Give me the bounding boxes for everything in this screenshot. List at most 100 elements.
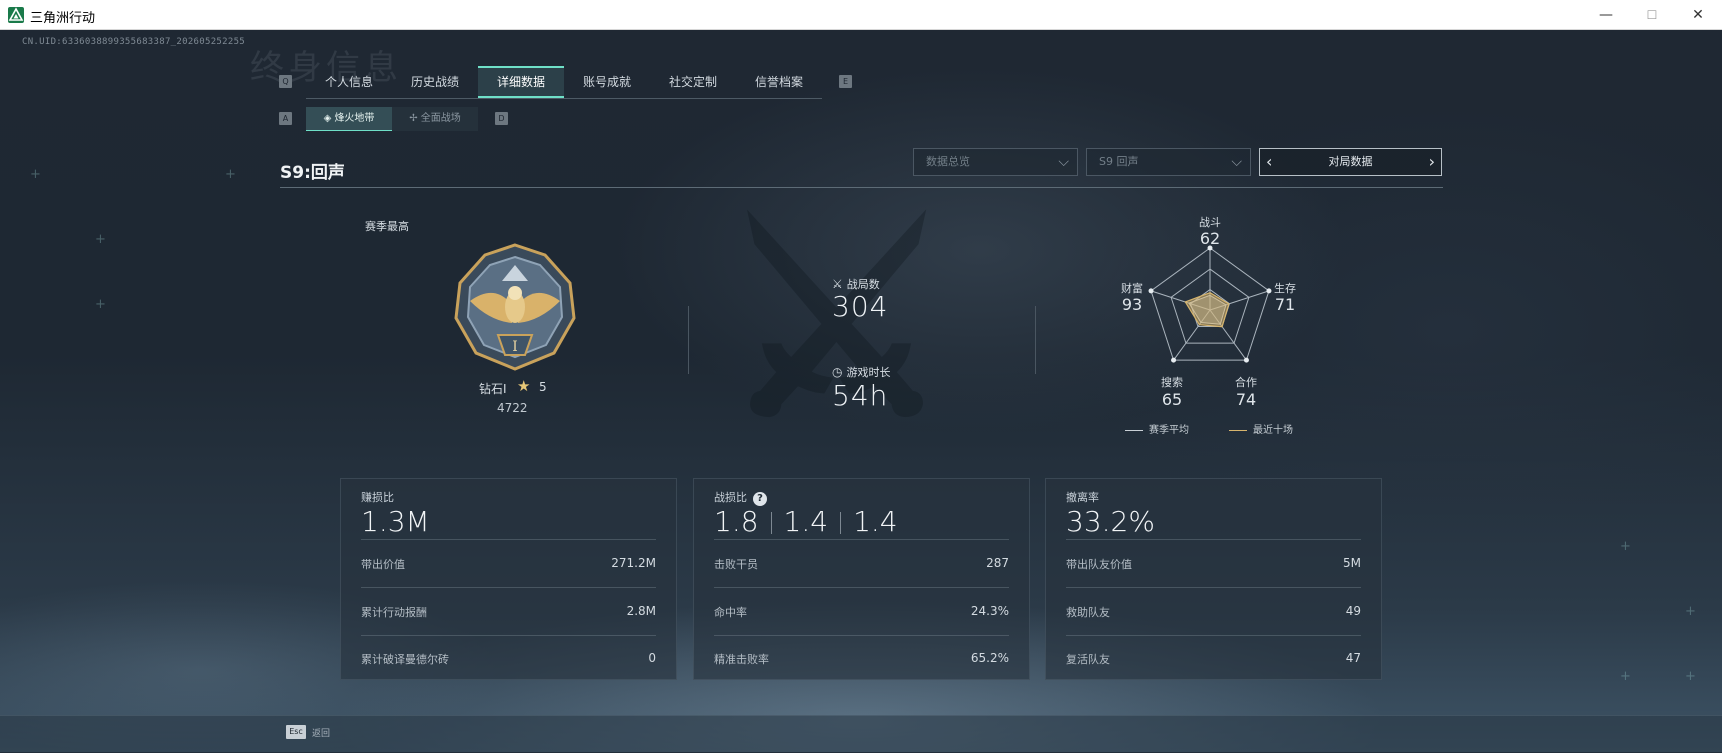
deco-cross: + bbox=[225, 167, 236, 182]
card-row-value: 5M bbox=[1343, 556, 1361, 570]
kd-value: 1.4 bbox=[853, 505, 898, 538]
rank-star-count: 5 bbox=[539, 380, 547, 394]
data-overview-dropdown[interactable]: 数据总览 ⌵ bbox=[913, 148, 1078, 176]
match-data-label: 对局数据 bbox=[1328, 155, 1373, 168]
card-main-value: 1.3M bbox=[361, 505, 430, 538]
rank-score: 4722 bbox=[497, 401, 528, 415]
tab-social-custom[interactable]: 社交定制 bbox=[650, 66, 736, 98]
minimize-button[interactable]: — bbox=[1583, 0, 1629, 30]
legend-recent-ten: 最近十场 bbox=[1229, 421, 1293, 436]
esc-key[interactable]: Esc bbox=[286, 725, 306, 739]
season-divider bbox=[280, 187, 1443, 188]
footer-bar bbox=[0, 715, 1722, 753]
divider bbox=[361, 587, 656, 588]
subtab-operations[interactable]: ◈ 烽火地带 bbox=[306, 107, 392, 131]
radar-series-recent-ten bbox=[1184, 292, 1230, 328]
season-best-label: 赛季最高 bbox=[365, 220, 409, 233]
tab-prev-key[interactable]: Q bbox=[279, 75, 292, 88]
card-row-value: 47 bbox=[1345, 651, 1361, 665]
data-overview-value: 数据总览 bbox=[926, 155, 970, 168]
star-icon: ★ bbox=[517, 377, 531, 395]
tab-next-key[interactable]: E bbox=[839, 75, 852, 88]
radar-axis-label: 搜索 bbox=[1161, 376, 1183, 389]
kd-value: 1.4 bbox=[783, 505, 829, 538]
maximize-button[interactable]: ☐ bbox=[1629, 0, 1675, 30]
divider bbox=[688, 306, 689, 374]
deco-cross: + bbox=[1685, 669, 1696, 684]
matches-value: 304 bbox=[832, 290, 889, 323]
legend-swatch bbox=[1125, 429, 1143, 431]
card-title-group: 战损比? bbox=[714, 489, 767, 506]
extraction-card: 撤离率 33.2% 带出队友价值 5M 救助队友 49 复活队友 47 bbox=[1045, 478, 1382, 680]
radar-axis-label: 财富 bbox=[1121, 282, 1143, 295]
clock-icon: ◷ bbox=[832, 365, 843, 379]
card-row-label: 命中率 bbox=[714, 606, 747, 619]
legend-season-avg: 赛季平均 bbox=[1125, 421, 1189, 436]
crossed-swords-icon: ⚔ bbox=[832, 277, 843, 291]
rank-emblem-numeral: I bbox=[512, 339, 518, 355]
deco-cross: + bbox=[1685, 604, 1696, 619]
chevron-right-icon[interactable]: › bbox=[1429, 149, 1435, 174]
mode-subtabs: ◈ 烽火地带 ✢ 全面战场 bbox=[306, 107, 478, 131]
card-row-label: 累计行动报酬 bbox=[361, 606, 427, 619]
card-title: 撤离率 bbox=[1066, 491, 1099, 504]
chevron-down-icon: ⌵ bbox=[1231, 154, 1242, 170]
season-dropdown-value: S9 回声 bbox=[1099, 155, 1139, 168]
card-row-value: 24.3% bbox=[970, 604, 1009, 618]
profit-card: 赚损比 1.3M 带出价值 271.2M 累计行动报酬 2.8M 累计破译曼德尔… bbox=[340, 478, 677, 680]
divider bbox=[714, 587, 1009, 588]
deco-cross: + bbox=[95, 297, 106, 312]
window-title: 三角洲行动 bbox=[30, 11, 96, 26]
chevron-down-icon: ⌵ bbox=[1058, 154, 1069, 170]
season-title: S9:回声 bbox=[280, 163, 345, 183]
divider bbox=[361, 539, 656, 540]
radar-axis-label: 合作 bbox=[1235, 376, 1257, 389]
card-row-value: 2.8M bbox=[626, 604, 656, 618]
user-uid: CN.UID:6336038899355683387_202605252255 bbox=[22, 37, 246, 47]
kd-value: 1.8 bbox=[714, 505, 759, 538]
rank-name: 钻石I bbox=[479, 382, 507, 396]
app-logo-icon bbox=[8, 7, 24, 23]
legend-label: 最近十场 bbox=[1253, 425, 1293, 436]
card-row-value: 0 bbox=[648, 651, 656, 665]
divider bbox=[714, 635, 1009, 636]
card-row-label: 复活队友 bbox=[1066, 653, 1110, 666]
deco-cross: + bbox=[1620, 539, 1631, 554]
divider bbox=[770, 512, 772, 534]
card-row-label: 累计破译曼德尔砖 bbox=[361, 653, 449, 666]
back-label[interactable]: 返回 bbox=[312, 726, 330, 739]
divider bbox=[1066, 635, 1361, 636]
subtab-warfare[interactable]: ✢ 全面战场 bbox=[392, 107, 478, 131]
card-row-value: 287 bbox=[986, 556, 1009, 570]
tab-credit-record[interactable]: 信誉档案 bbox=[736, 66, 822, 98]
card-row-label: 带出队友价值 bbox=[1066, 558, 1132, 571]
match-data-switcher[interactable]: ‹ 对局数据 › bbox=[1259, 148, 1442, 176]
radar-vertex-dot bbox=[1243, 357, 1249, 363]
zone-icon: ◈ bbox=[323, 113, 335, 124]
tab-match-history[interactable]: 历史战绩 bbox=[392, 66, 478, 98]
radar-axis-value: 93 bbox=[1121, 295, 1143, 314]
window-titlebar: 三角洲行动 — ☐ ✕ bbox=[0, 0, 1722, 30]
deco-cross: + bbox=[30, 167, 41, 182]
help-icon[interactable]: ? bbox=[753, 492, 767, 506]
subtab-prev-key[interactable]: A bbox=[279, 112, 292, 125]
subtab-next-key[interactable]: D bbox=[495, 112, 508, 125]
close-button[interactable]: ✕ bbox=[1675, 0, 1721, 30]
deco-cross: + bbox=[1620, 669, 1631, 684]
playtime-value: 54h bbox=[832, 379, 889, 412]
card-row-value: 65.2% bbox=[970, 651, 1009, 665]
card-title: 赚损比 bbox=[361, 491, 394, 504]
tab-achievements[interactable]: 账号成就 bbox=[564, 66, 650, 98]
radar-axis-value: 74 bbox=[1235, 390, 1257, 409]
divider bbox=[361, 635, 656, 636]
tab-personal-info[interactable]: 个人信息 bbox=[306, 66, 392, 98]
divider bbox=[1066, 539, 1361, 540]
chevron-left-icon[interactable]: ‹ bbox=[1266, 149, 1272, 174]
divider bbox=[840, 512, 842, 534]
card-row-label: 救助队友 bbox=[1066, 606, 1110, 619]
season-dropdown[interactable]: S9 回声 ⌵ bbox=[1086, 148, 1251, 176]
radar-axis-value: 65 bbox=[1161, 390, 1183, 409]
tab-detailed-data[interactable]: 详细数据 bbox=[478, 66, 564, 98]
radar-vertex-dot bbox=[1171, 357, 1177, 363]
divider bbox=[714, 539, 1009, 540]
